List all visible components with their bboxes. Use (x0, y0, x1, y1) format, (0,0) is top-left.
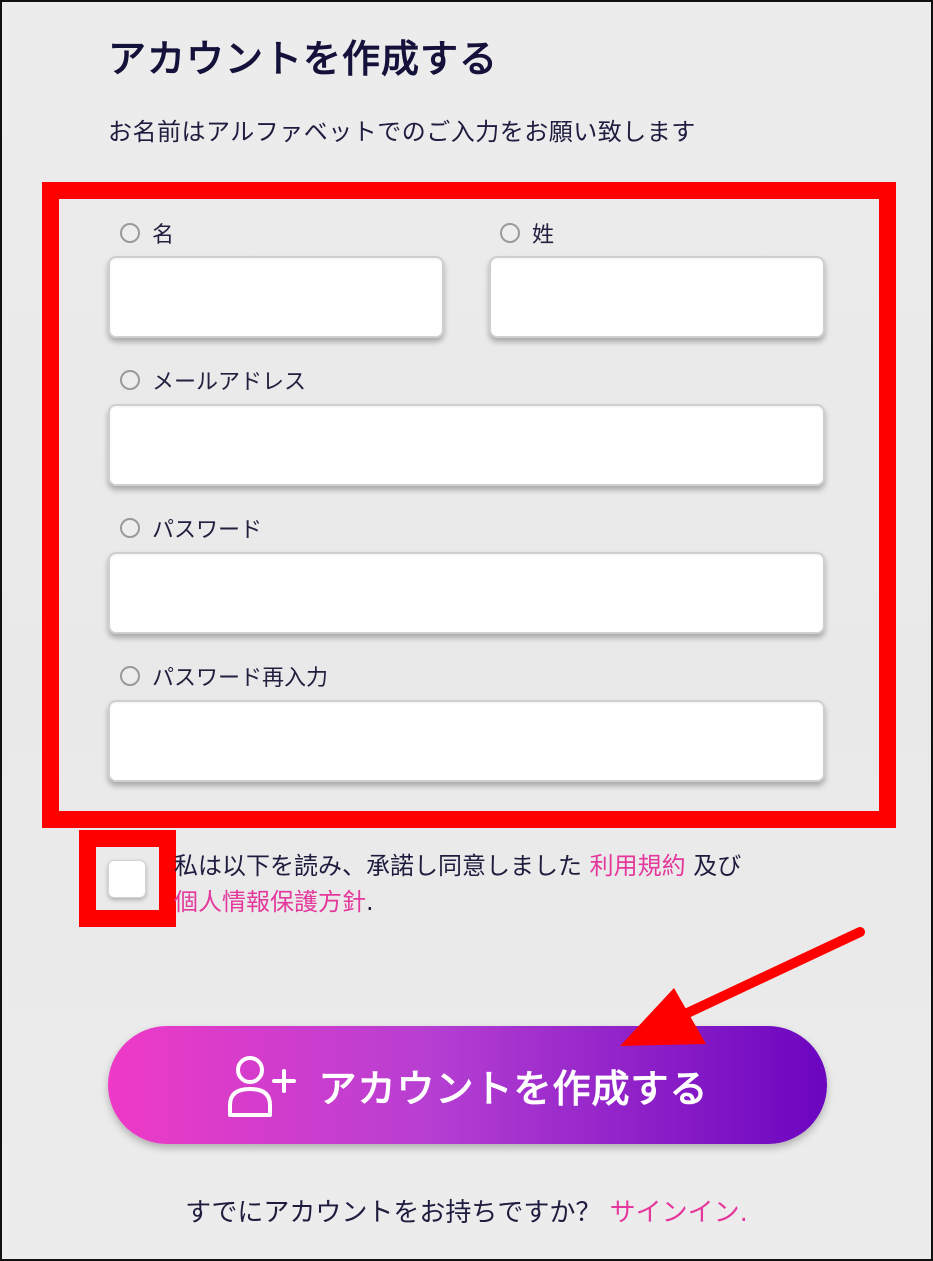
last-name-label: 姓 (500, 217, 554, 249)
email-label-text: メールアドレス (152, 370, 307, 395)
password-confirm-label: パスワード再入力 (120, 660, 328, 692)
password-radio-icon (120, 518, 140, 538)
add-user-icon (228, 1056, 297, 1117)
signin-prompt: すでにアカウントをお持ちですか？ サインイン. (2, 1192, 931, 1229)
password-label: パスワード (120, 512, 262, 544)
password-label-text: パスワード (152, 518, 263, 543)
first-name-label-text: 名 (152, 223, 175, 248)
create-account-button[interactable]: アカウントを作成する (108, 1026, 827, 1144)
consent-text: 私は以下を読み、承諾し同意しました 利用規約 及び 個人情報保護方針. (174, 848, 874, 920)
first-name-input[interactable] (108, 256, 444, 338)
last-name-radio-icon (500, 223, 520, 243)
privacy-policy-link[interactable]: 個人情報保護方針 (174, 888, 366, 916)
consent-text-before: 私は以下を読み、承諾し同意しました (174, 852, 582, 880)
password-confirm-radio-icon (120, 666, 140, 686)
password-confirm-label-text: パスワード再入力 (152, 666, 329, 691)
password-input[interactable] (108, 552, 825, 634)
create-account-button-label: アカウントを作成する (318, 1066, 709, 1111)
signin-link[interactable]: サインイン. (610, 1198, 748, 1228)
last-name-label-text: 姓 (532, 223, 555, 248)
first-name-label: 名 (120, 217, 174, 249)
consent-and-text: 及び (693, 852, 742, 880)
email-radio-icon (120, 370, 140, 390)
last-name-input[interactable] (489, 256, 825, 338)
name-instruction: お名前はアルファベットでのご入力をお願い致します (108, 118, 696, 146)
password-confirm-input[interactable] (108, 700, 825, 782)
terms-link[interactable]: 利用規約 (590, 852, 686, 880)
email-label: メールアドレス (120, 364, 306, 396)
email-input[interactable] (108, 404, 825, 486)
first-name-radio-icon (120, 223, 140, 243)
page-title: アカウントを作成する (108, 37, 499, 81)
signin-question: すでにアカウントをお持ちですか？ (185, 1198, 602, 1228)
consent-checkbox[interactable] (108, 860, 146, 898)
consent-period: . (366, 888, 374, 916)
signup-page: アカウントを作成する お名前はアルファベットでのご入力をお願い致します 名 姓 … (0, 0, 933, 1261)
